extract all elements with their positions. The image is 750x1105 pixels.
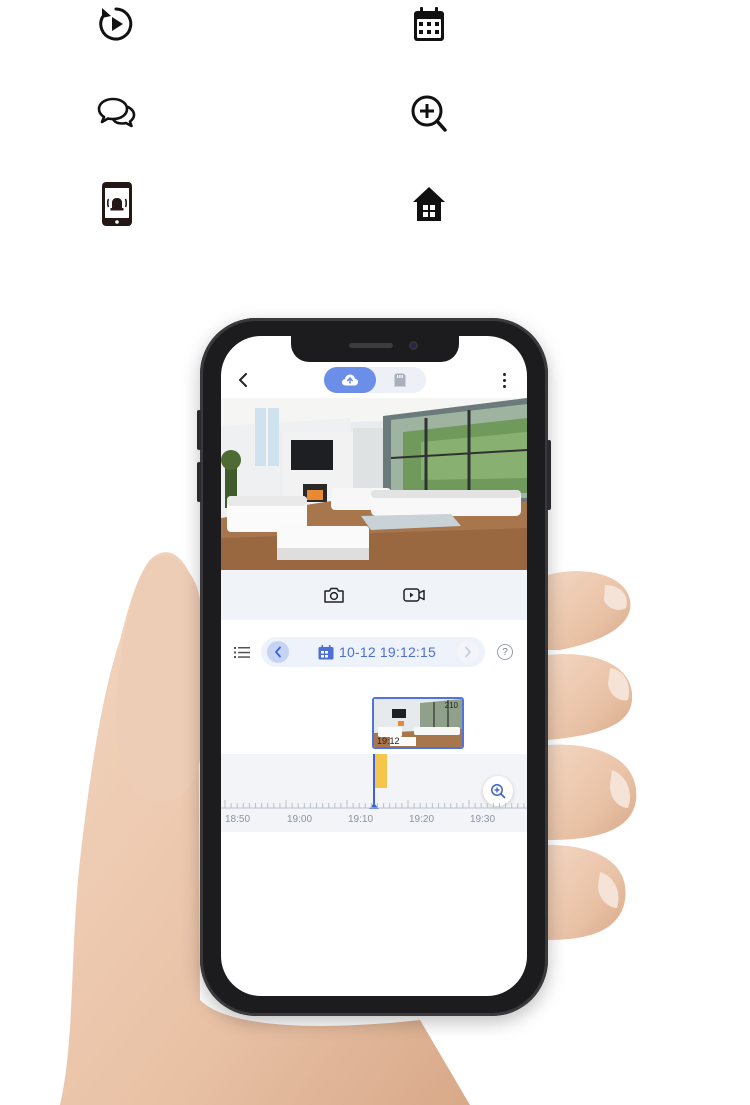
calendar-icon xyxy=(407,0,451,48)
date-navigation: 10-12 19:12:15 ? xyxy=(221,634,527,670)
phone-alarm-icon xyxy=(94,180,138,228)
more-options-button[interactable] xyxy=(497,368,511,392)
timeline-label: 19:00 xyxy=(287,814,313,825)
current-date-time: 10-12 19:12:15 xyxy=(339,644,436,660)
clip-time: 19:12 xyxy=(377,736,400,746)
capture-controls xyxy=(221,570,527,620)
zoom-in-icon xyxy=(491,784,506,799)
date-selector[interactable]: 10-12 19:12:15 xyxy=(261,637,485,667)
earpiece xyxy=(349,343,393,348)
playback-header xyxy=(221,362,527,398)
app-screen: 10-12 19:12:15 ? 210 19:12 18:50 19:00 1… xyxy=(221,336,527,996)
front-camera xyxy=(409,341,418,350)
chat-bubbles-icon xyxy=(94,88,138,136)
replay-icon xyxy=(94,0,138,48)
more-dot xyxy=(502,372,506,376)
timeline-label: 19:10 xyxy=(348,814,374,825)
record-button[interactable] xyxy=(401,583,427,607)
chevron-left-icon xyxy=(239,373,247,387)
clip-corner-label: 210 xyxy=(444,701,458,710)
phone-notch xyxy=(291,336,459,362)
list-icon[interactable] xyxy=(233,644,251,660)
timeline-label: 19:30 xyxy=(470,814,496,825)
zoom-in-icon xyxy=(407,88,451,136)
chevron-left-icon xyxy=(275,646,281,658)
timeline-label: 18:50 xyxy=(225,814,251,825)
cloud-icon xyxy=(342,374,358,386)
more-dot xyxy=(502,378,506,382)
snapshot-button[interactable] xyxy=(321,583,347,607)
sd-card-icon xyxy=(394,373,406,387)
calendar-icon xyxy=(318,645,334,660)
living-room-scene xyxy=(221,398,527,570)
chevron-right-icon xyxy=(465,646,471,658)
tab-sd-card[interactable] xyxy=(390,371,410,389)
phone-side-button xyxy=(197,410,201,450)
previous-day-button[interactable] xyxy=(267,641,289,663)
help-button[interactable]: ? xyxy=(497,644,513,660)
more-dot xyxy=(502,384,506,388)
back-button[interactable] xyxy=(233,368,253,392)
timeline-ruler xyxy=(221,800,527,809)
camera-icon xyxy=(324,587,344,603)
event-clip-thumbnail[interactable]: 210 19:12 xyxy=(372,697,464,749)
tab-cloud[interactable] xyxy=(324,367,376,393)
next-day-button[interactable] xyxy=(457,641,479,663)
motion-event-marker[interactable] xyxy=(374,754,387,788)
home-icon xyxy=(407,180,451,228)
video-camera-icon xyxy=(403,588,425,602)
phone-side-button xyxy=(197,462,201,502)
video-playback[interactable] xyxy=(221,398,527,570)
phone-power-button xyxy=(547,440,551,510)
timeline-label: 19:20 xyxy=(409,814,435,825)
storage-source-toggle xyxy=(324,367,426,393)
playback-timeline[interactable]: 18:50 19:00 19:10 19:20 19:30 xyxy=(221,754,527,832)
